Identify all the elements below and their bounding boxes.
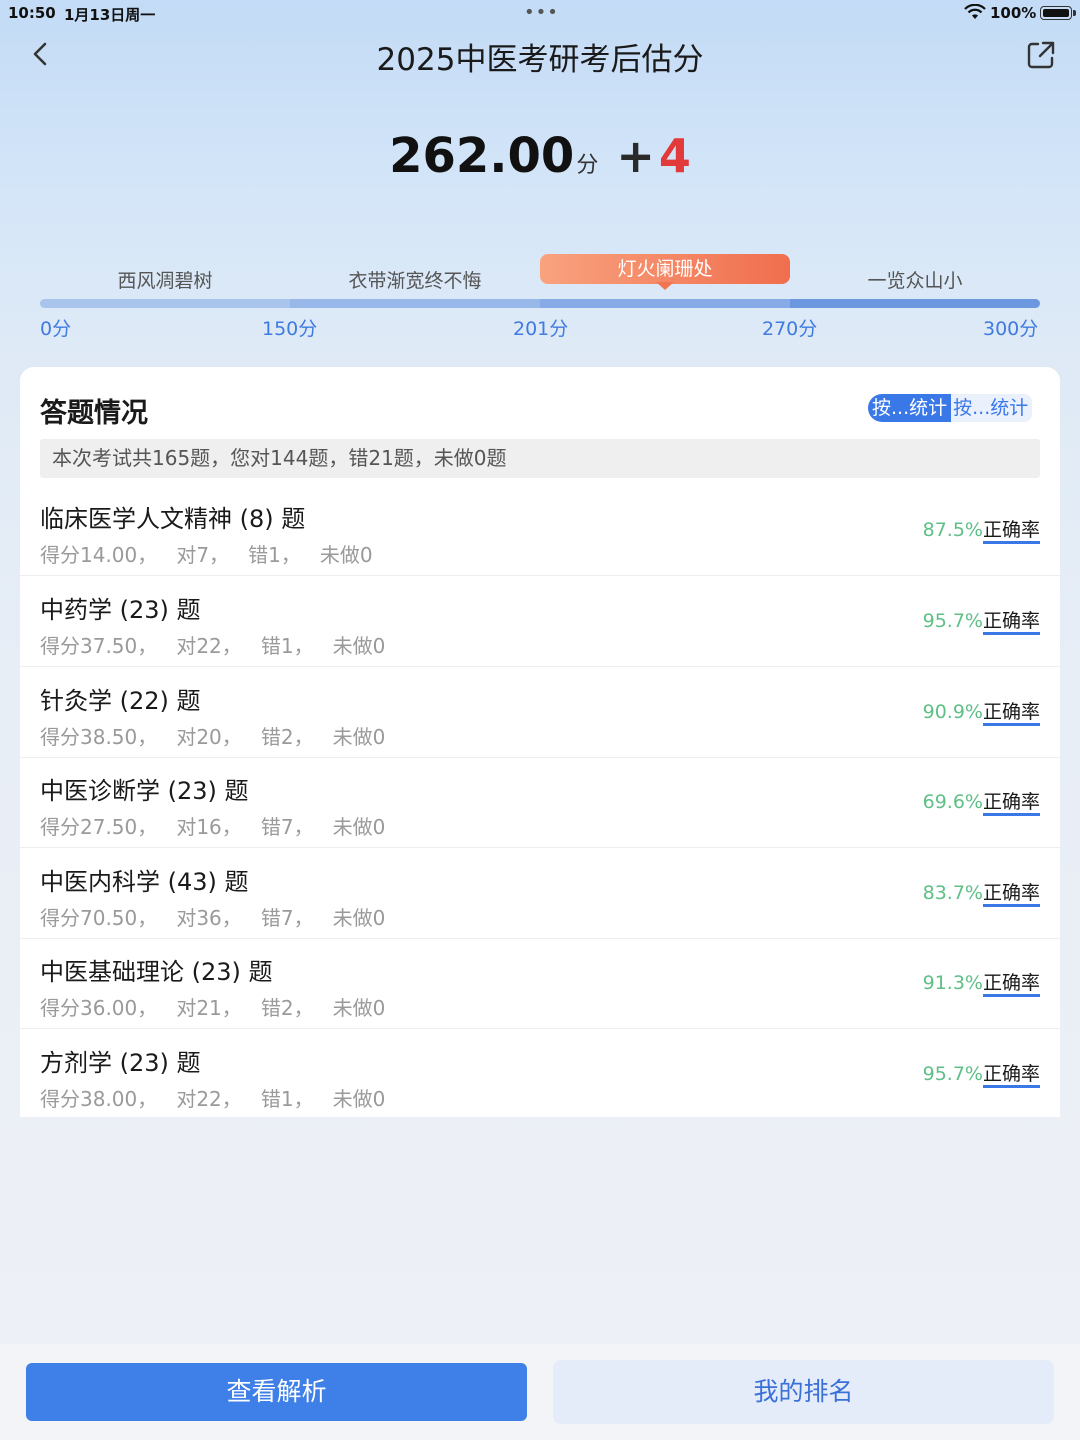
level-label-active: 灯火阑珊处 <box>540 254 790 284</box>
subject-rate: 87.5%正确率 <box>922 515 1040 544</box>
status-bar: 10:50 1月13日周一 ••• 100% <box>0 0 1080 28</box>
subject-rate: 83.7%正确率 <box>922 878 1040 907</box>
rate-label: 正确率 <box>982 791 1040 816</box>
subject-name: 中医基础理论 (23) 题 <box>40 958 273 986</box>
subject-name: 临床医学人文精神 (8) 题 <box>40 505 306 533</box>
rate-label: 正确率 <box>982 1063 1040 1088</box>
rate-label: 正确率 <box>982 610 1040 635</box>
view-analysis-button[interactable]: 查看解析 <box>26 1363 527 1421</box>
level-pointer-icon <box>656 282 674 290</box>
score-unit: 分 <box>576 153 599 178</box>
subject-row[interactable]: 中医内科学 (43) 题 得分70.50， 对36， 错7， 未做0 83.7%… <box>20 848 1060 939</box>
subject-row[interactable]: 方剂学 (23) 题 得分38.00， 对22， 错1， 未做0 95.7%正确… <box>20 1029 1060 1120</box>
score-plus-sign: + <box>616 129 655 183</box>
rate-value: 83.7% <box>922 882 983 904</box>
level-label-4: 一览众山小 <box>867 270 963 292</box>
score-display: 262.00分 +4 <box>0 128 1080 184</box>
score-track-segment <box>40 299 290 308</box>
rate-value: 95.7% <box>922 1063 983 1085</box>
rate-value: 87.5% <box>922 519 983 541</box>
tick-label: 0分 <box>40 318 72 340</box>
subject-name: 中药学 (23) 题 <box>40 596 201 624</box>
page-title: 2025中医考研考后估分 <box>376 42 704 78</box>
rate-label: 正确率 <box>982 972 1040 997</box>
rate-label: 正确率 <box>982 882 1040 907</box>
subject-rate: 90.9%正确率 <box>922 697 1040 726</box>
subject-row[interactable]: 临床医学人文精神 (8) 题 得分14.00， 对7， 错1， 未做0 87.5… <box>20 485 1060 576</box>
subject-name: 中医诊断学 (23) 题 <box>40 777 249 805</box>
level-label-2: 衣带渐宽终不悔 <box>348 270 482 292</box>
subject-row[interactable]: 中医基础理论 (23) 题 得分36.00， 对21， 错2， 未做0 91.3… <box>20 938 1060 1029</box>
section-title: 答题情况 <box>40 398 148 429</box>
score-delta: 4 <box>658 129 691 183</box>
toggle-option-active[interactable]: 按...统计 <box>868 394 952 422</box>
score-track-segment <box>290 299 540 308</box>
multitask-dots-icon[interactable]: ••• <box>524 2 559 23</box>
subject-stats: 得分38.00， 对22， 错1， 未做0 <box>40 1087 386 1111</box>
score-track-segment <box>540 299 790 308</box>
rate-label: 正确率 <box>982 701 1040 726</box>
stat-mode-toggle: 按...统计 按...统计 <box>868 394 1033 422</box>
tick-label: 300分 <box>983 318 1039 340</box>
subject-name: 中医内科学 (43) 题 <box>40 868 249 896</box>
exam-summary: 本次考试共165题，您对144题，错21题，未做0题 <box>40 439 1040 478</box>
subject-stats: 得分14.00， 对7， 错1， 未做0 <box>40 543 373 567</box>
my-ranking-button[interactable]: 我的排名 <box>553 1360 1054 1424</box>
rate-value: 91.3% <box>922 972 983 994</box>
subject-row[interactable]: 针灸学 (22) 题 得分38.50， 对20， 错2， 未做0 90.9%正确… <box>20 667 1060 758</box>
subject-stats: 得分70.50， 对36， 错7， 未做0 <box>40 906 386 930</box>
wifi-icon <box>964 4 986 19</box>
status-time: 10:50 <box>8 4 56 22</box>
tick-label: 270分 <box>762 318 818 340</box>
tick-label: 150分 <box>262 318 318 340</box>
subject-name: 针灸学 (22) 题 <box>40 687 201 715</box>
level-label-1: 西风凋碧树 <box>117 270 213 292</box>
subject-rate: 95.7%正确率 <box>922 1059 1040 1088</box>
subject-rate: 95.7%正确率 <box>922 606 1040 635</box>
back-chevron-icon[interactable] <box>24 36 60 72</box>
subject-stats: 得分36.00， 对21， 错2， 未做0 <box>40 996 386 1020</box>
subject-rate: 91.3%正确率 <box>922 968 1040 997</box>
tick-label: 201分 <box>513 318 569 340</box>
subject-rate: 69.6%正确率 <box>922 787 1040 816</box>
score-value: 262.00 <box>389 128 575 184</box>
answer-card: 答题情况 按...统计 按...统计 本次考试共165题，您对144题，错21题… <box>20 367 1060 1117</box>
score-track-segment <box>790 299 1040 308</box>
rate-value: 69.6% <box>922 791 983 813</box>
share-icon[interactable] <box>1024 38 1058 72</box>
battery-icon <box>1040 6 1076 20</box>
battery-percent: 100% <box>990 4 1037 22</box>
rate-value: 95.7% <box>922 610 983 632</box>
rate-label: 正确率 <box>982 519 1040 544</box>
rate-value: 90.9% <box>922 701 983 723</box>
toggle-option-inactive[interactable]: 按...统计 <box>951 394 1033 422</box>
subject-row[interactable]: 中药学 (23) 题 得分37.50， 对22， 错1， 未做0 95.7%正确… <box>20 576 1060 667</box>
subject-stats: 得分38.50， 对20， 错2， 未做0 <box>40 725 386 749</box>
status-date: 1月13日周一 <box>64 6 156 24</box>
subject-name: 方剂学 (23) 题 <box>40 1049 201 1077</box>
subject-stats: 得分27.50， 对16， 错7， 未做0 <box>40 815 386 839</box>
subject-row[interactable]: 中医诊断学 (23) 题 得分27.50， 对16， 错7， 未做0 69.6%… <box>20 757 1060 848</box>
subject-stats: 得分37.50， 对22， 错1， 未做0 <box>40 634 386 658</box>
